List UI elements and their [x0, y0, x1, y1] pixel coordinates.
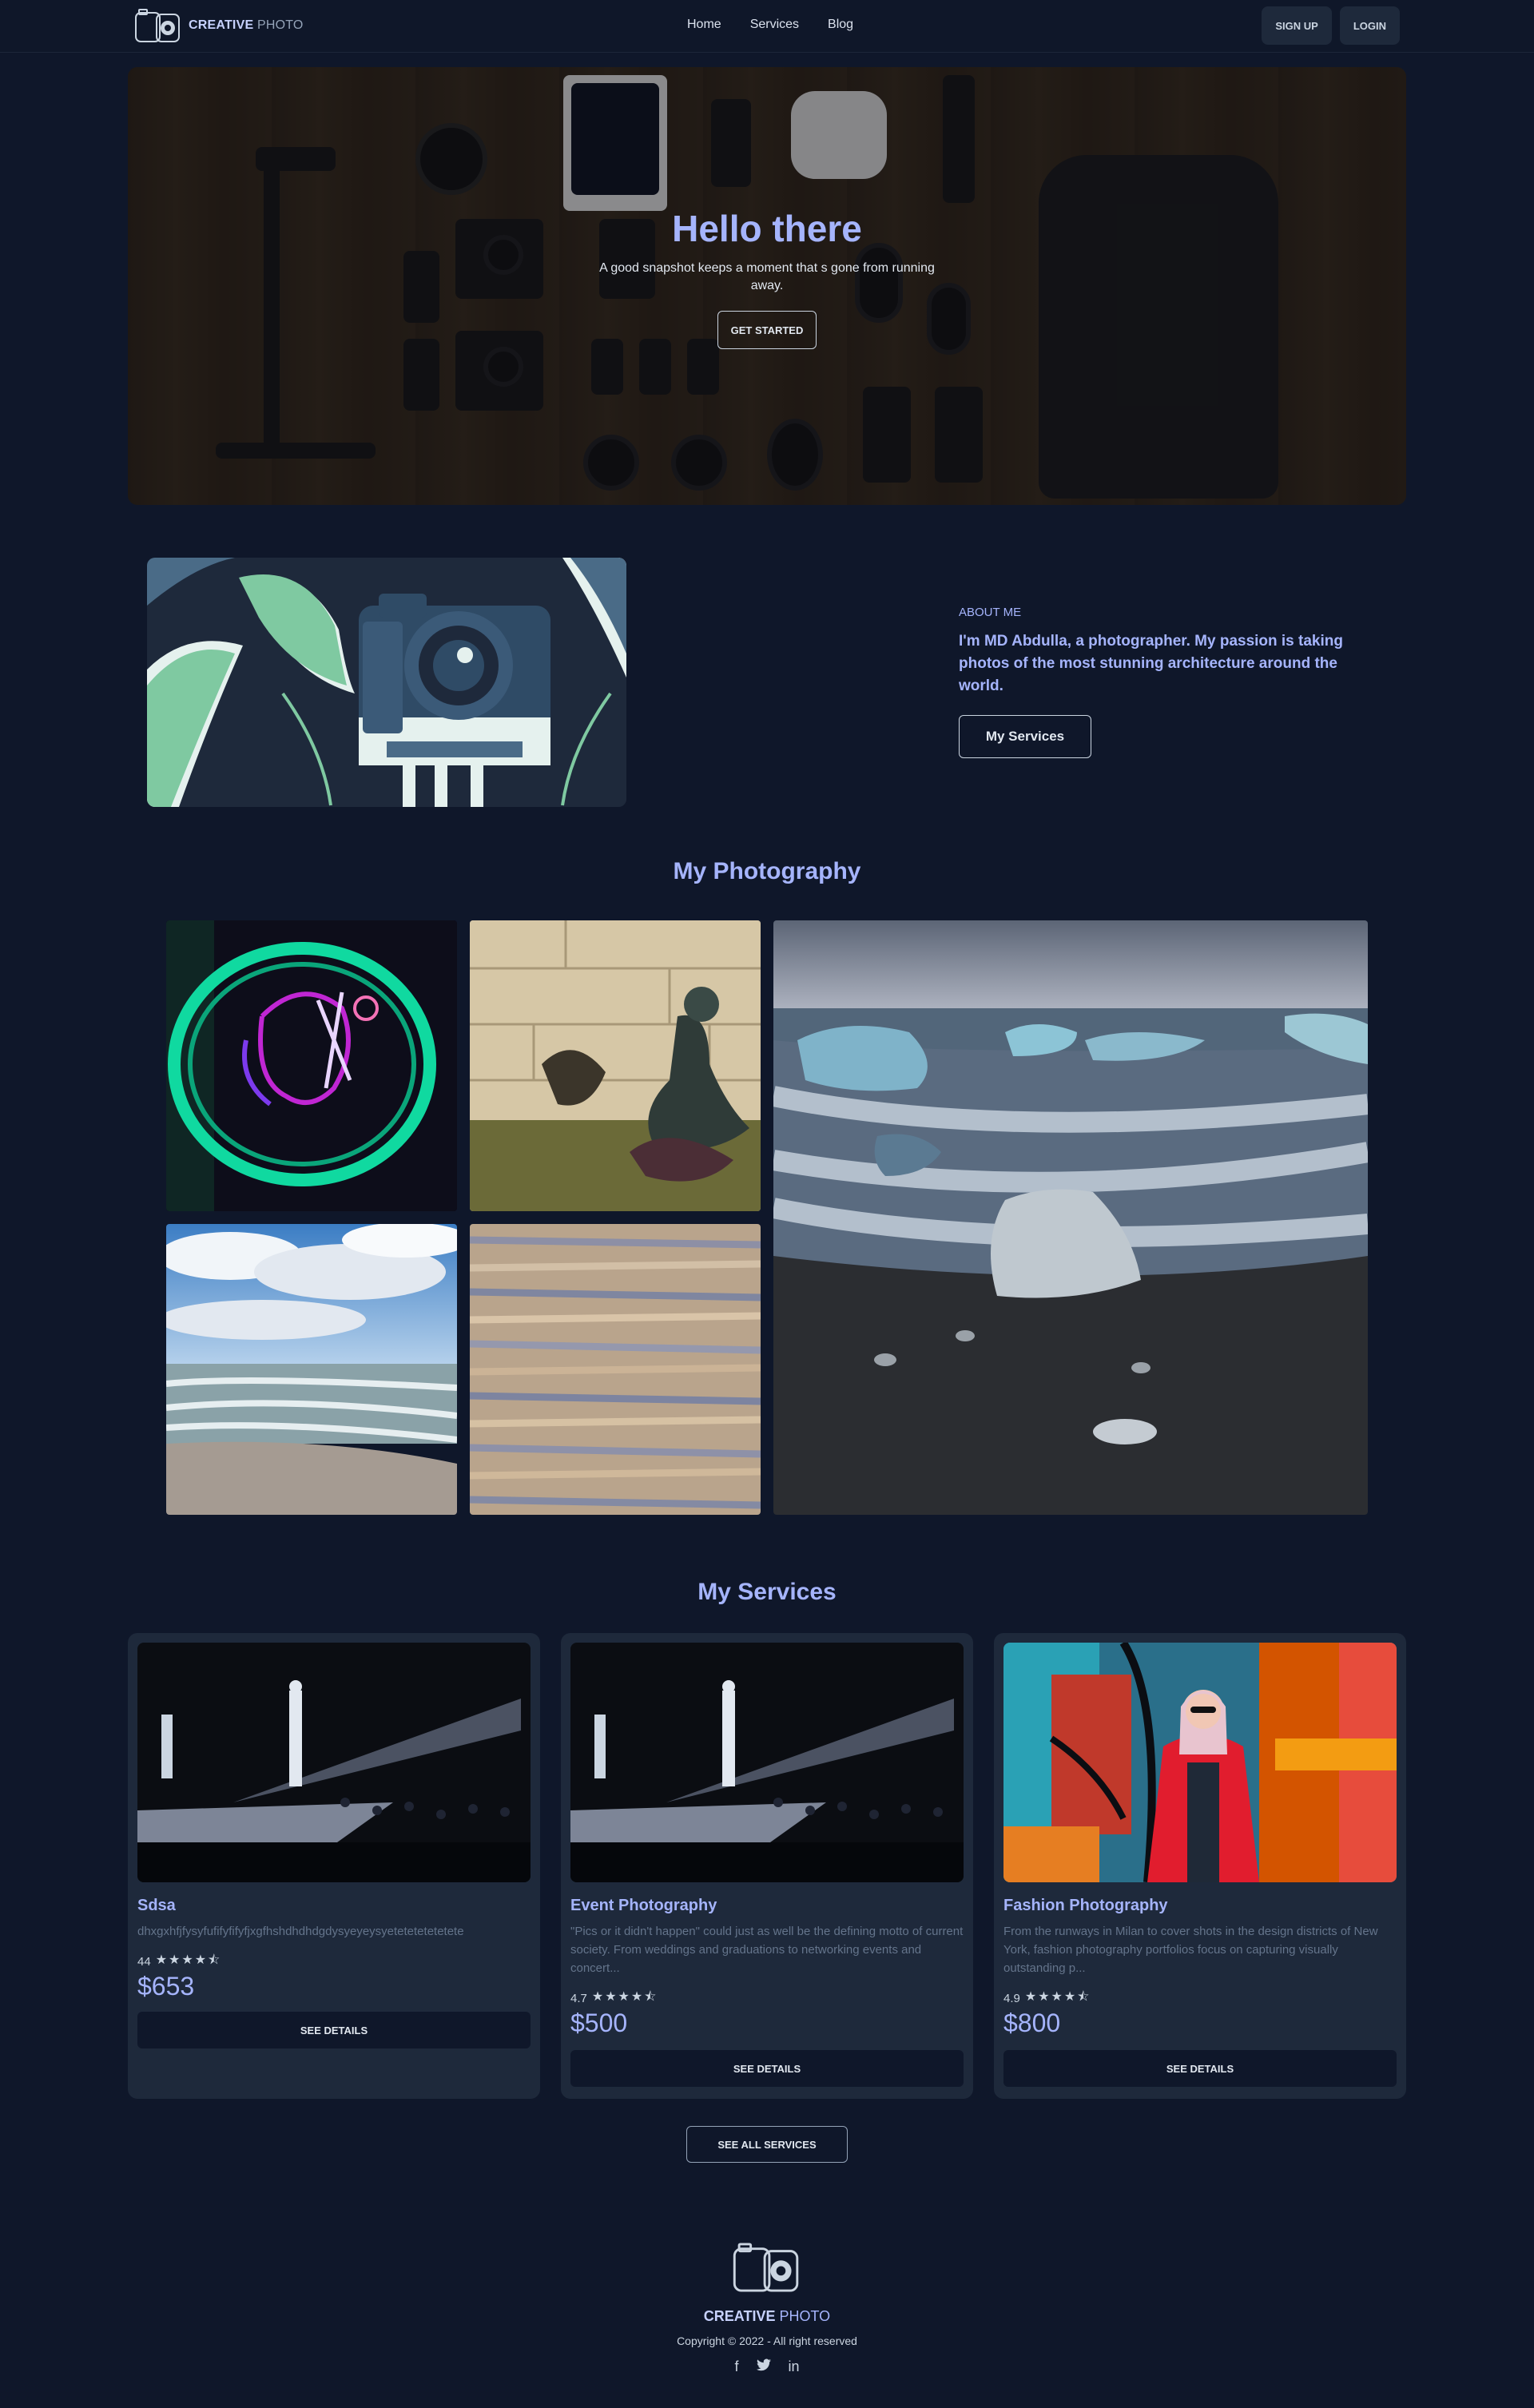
copyright: Copyright © 2022 - All right reserved [677, 2334, 857, 2347]
service-card-price: $500 [570, 2009, 628, 2037]
service-card-title: Sdsa [137, 1897, 176, 1914]
linkedin-icon[interactable]: in [789, 2358, 800, 2375]
brand-logo[interactable]: CREATIVE PHOTO [134, 8, 304, 43]
service-card: Event Photography "Pics or it didn't hap… [561, 1633, 973, 2099]
star-rating-icon: ★★★★⯪ [591, 1990, 658, 2004]
see-details-button[interactable]: SEE DETAILS [570, 2050, 964, 2087]
photo-beach-waves[interactable] [166, 1224, 457, 1515]
camera-logo-icon [135, 9, 180, 42]
service-card-price: $653 [137, 1972, 195, 2001]
photography-title: My Photography [673, 858, 861, 884]
service-card-rating: 4.9 [1003, 1992, 1020, 2005]
about-illustration [147, 558, 626, 807]
login-button[interactable]: LOGIN [1339, 6, 1400, 45]
star-rating-icon: ★★★★⯪ [1024, 1990, 1091, 2004]
photo-neon-sign[interactable] [166, 920, 457, 1211]
see-details-button[interactable]: SEE DETAILS [1003, 2050, 1397, 2087]
hero-subtitle: A good snapshot keeps a moment that s go… [599, 261, 935, 292]
about-section: ABOUT ME I'm MD Abdulla, a photographer.… [959, 606, 1366, 758]
services-title: My Services [697, 1579, 837, 1605]
twitter-icon[interactable] [756, 2358, 771, 2375]
my-services-button[interactable]: My Services [959, 715, 1091, 758]
get-started-button[interactable]: GET STARTED [717, 311, 817, 349]
service-card-description: "Pics or it didn't happen" could just as… [570, 1925, 964, 1975]
see-all-services-button[interactable]: SEE ALL SERVICES [686, 2126, 848, 2163]
nav-links: Home Services Blog [687, 18, 853, 32]
social-links: f in [0, 2358, 1534, 2375]
top-nav: CREATIVE PHOTO Home Services Blog SIGN U… [0, 0, 1534, 53]
see-details-button[interactable]: SEE DETAILS [137, 2012, 531, 2048]
photo-ice-beach[interactable] [773, 920, 1368, 1515]
service-card-image[interactable] [570, 1643, 964, 1882]
camera-logo-icon [733, 2243, 799, 2292]
service-card: Fashion Photography From the runways in … [994, 1633, 1406, 2099]
service-card-title: Event Photography [570, 1897, 717, 1914]
nav-link-home[interactable]: Home [687, 18, 721, 32]
signup-button[interactable]: SIGN UP [1262, 6, 1332, 45]
brand-bold: CREATIVE [189, 18, 254, 32]
footer: CREATIVE PHOTO Copyright © 2022 - All ri… [0, 2242, 1534, 2375]
service-card-rating: 44 [137, 1955, 151, 1969]
nav-link-services[interactable]: Services [750, 18, 799, 32]
hero-title: Hello there [672, 208, 862, 249]
service-card-price: $800 [1003, 2009, 1061, 2037]
hero-banner: Hello there A good snapshot keeps a mome… [128, 67, 1406, 505]
facebook-icon[interactable]: f [734, 2358, 738, 2375]
service-card-image[interactable] [1003, 1643, 1397, 1882]
photo-mermaid-statue[interactable] [470, 920, 761, 1211]
service-card: Sdsa dhxgxhfjfysyfufifyfifyfjxgfhshdhdhd… [128, 1633, 540, 2099]
star-rating-icon: ★★★★⯪ [155, 1953, 222, 1967]
nav-link-blog[interactable]: Blog [828, 18, 853, 32]
service-card-image[interactable] [137, 1643, 531, 1882]
service-card-rating: 4.7 [570, 1992, 587, 2005]
service-card-description: From the runways in Milan to cover shots… [1003, 1925, 1378, 1975]
footer-brand-light: PHOTO [779, 2308, 831, 2324]
photo-sand-texture[interactable] [470, 1224, 761, 1515]
service-card-title: Fashion Photography [1003, 1897, 1168, 1914]
service-card-description: dhxgxhfjfysyfufifyfifyfjxgfhshdhdhdgdysy… [137, 1925, 464, 1938]
footer-brand-bold: CREATIVE [703, 2308, 776, 2324]
about-description: I'm MD Abdulla, a photographer. My passi… [959, 633, 1343, 694]
about-label: ABOUT ME [959, 606, 1022, 619]
brand-light: PHOTO [256, 18, 304, 32]
